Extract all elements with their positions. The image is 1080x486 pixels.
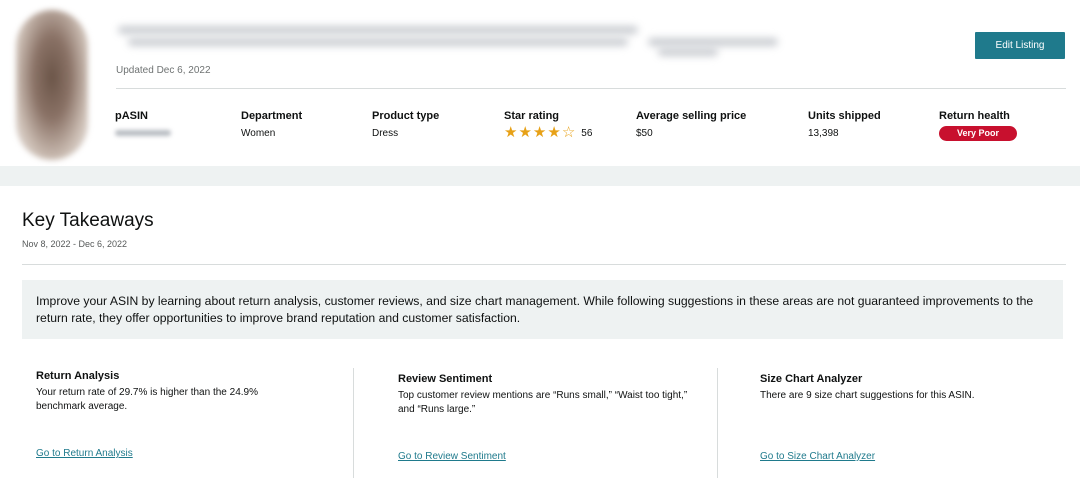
star-rating[interactable]: ★ ★ ★ ★ ☆ 56	[504, 124, 593, 141]
return-health-badge: Very Poor	[939, 125, 1017, 141]
meta-asin: pASIN	[115, 110, 171, 140]
card-divider	[717, 368, 718, 478]
units-shipped-label: Units shipped	[808, 110, 881, 122]
section-separator-band	[0, 166, 1080, 186]
asin-value-redacted	[115, 130, 171, 136]
star-rating-label: Star rating	[504, 110, 560, 122]
meta-units-shipped: Units shipped 13,398	[808, 110, 881, 140]
product-thumbnail	[16, 10, 88, 160]
star-icon: ★	[504, 124, 518, 141]
avg-price-value: $50	[636, 127, 653, 139]
star-rating-count: 56	[581, 127, 593, 139]
card-review-sentiment: Review Sentiment Top customer review men…	[398, 373, 718, 417]
meta-star-rating: Star rating ★ ★ ★ ★ ☆ 56	[504, 110, 592, 140]
key-takeaways-intro: Improve your ASIN by learning about retu…	[22, 280, 1063, 339]
product-type-value: Dress	[372, 127, 399, 139]
key-takeaways-divider	[22, 264, 1066, 265]
updated-date: Updated Dec 6, 2022	[116, 65, 211, 76]
asin-label: pASIN	[115, 110, 148, 122]
card-title: Size Chart Analyzer	[760, 373, 863, 385]
product-title-redacted	[118, 24, 778, 56]
card-divider	[353, 368, 354, 478]
card-return-analysis: Return Analysis Your return rate of 29.7…	[36, 370, 356, 414]
card-title: Review Sentiment	[398, 373, 493, 385]
star-icon: ★	[547, 124, 561, 141]
go-to-return-analysis-link[interactable]: Go to Return Analysis	[36, 448, 133, 459]
header-divider	[116, 88, 1066, 89]
card-size-chart-analyzer: Size Chart Analyzer There are 9 size cha…	[760, 373, 1080, 403]
return-health-label: Return health	[939, 110, 1010, 122]
product-type-label: Product type	[372, 110, 440, 122]
go-to-review-sentiment-link[interactable]: Go to Review Sentiment	[398, 451, 506, 462]
star-empty-icon: ☆	[561, 124, 576, 141]
card-body: Your return rate of 29.7% is higher than…	[36, 387, 258, 412]
meta-avg-price: Average selling price $50	[636, 110, 746, 140]
department-value: Women	[241, 127, 276, 139]
star-icon: ★	[518, 124, 532, 141]
department-label: Department	[241, 110, 303, 122]
meta-product-type: Product type Dress	[372, 110, 439, 140]
meta-return-health: Return health Very Poor	[939, 110, 1017, 141]
go-to-size-chart-analyzer-link[interactable]: Go to Size Chart Analyzer	[760, 451, 875, 462]
star-icon: ★	[532, 124, 547, 141]
edit-listing-button[interactable]: Edit Listing	[975, 32, 1065, 59]
meta-department: Department Women	[241, 110, 302, 140]
card-body: There are 9 size chart suggestions for t…	[760, 390, 975, 401]
avg-price-label: Average selling price	[636, 110, 747, 122]
units-shipped-value: 13,398	[808, 127, 839, 139]
key-takeaways-title: Key Takeaways	[22, 210, 154, 231]
key-takeaways-date-range: Nov 8, 2022 - Dec 6, 2022	[22, 239, 128, 249]
card-body: Top customer review mentions are “Runs s…	[398, 390, 688, 415]
card-title: Return Analysis	[36, 370, 120, 382]
